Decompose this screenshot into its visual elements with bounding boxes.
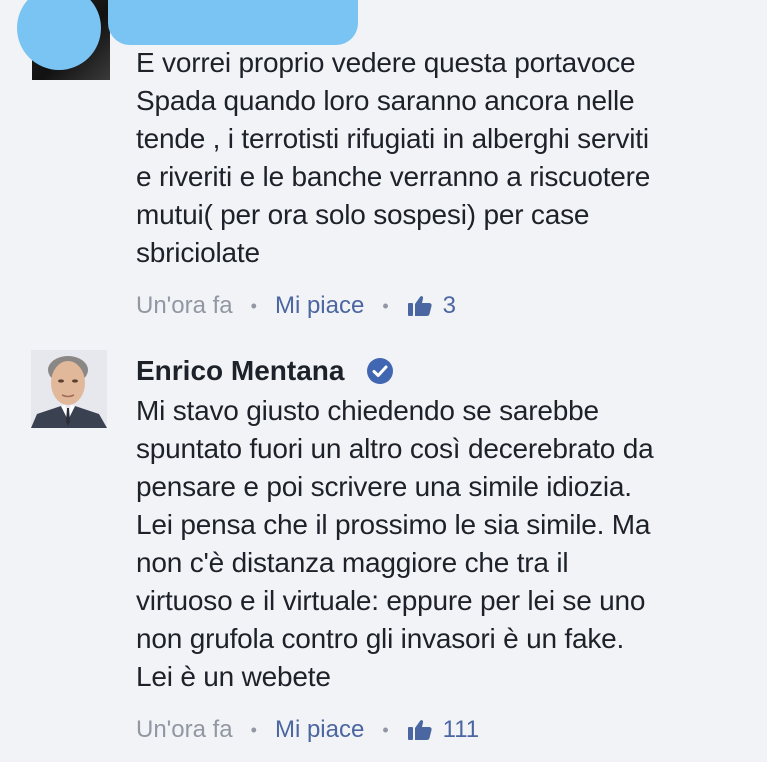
separator-dot: •	[382, 719, 389, 740]
like-count[interactable]: 3	[443, 292, 456, 320]
like-button[interactable]: Mi piace	[275, 292, 364, 320]
comment-meta: Un'ora fa • Mi piace • 111	[136, 714, 479, 746]
separator-dot: •	[250, 295, 257, 316]
like-button[interactable]: Mi piace	[275, 716, 364, 744]
thumbs-up-icon[interactable]	[407, 719, 433, 741]
redaction-bar	[108, 0, 358, 45]
thumbs-up-icon[interactable]	[407, 295, 433, 317]
author-name[interactable]: Enrico Mentana	[136, 355, 344, 387]
comment-text: E vorrei proprio vedere questa portavoce…	[136, 47, 651, 268]
avatar[interactable]	[31, 350, 107, 428]
comment-author: Enrico Mentana	[136, 355, 394, 387]
comment-text: Mi stavo giusto chiedendo se sarebbe spu…	[136, 395, 654, 692]
comment-timestamp[interactable]: Un'ora fa	[136, 292, 233, 320]
separator-dot: •	[250, 719, 257, 740]
separator-dot: •	[382, 295, 389, 316]
comment-meta: Un'ora fa • Mi piace • 3	[136, 290, 456, 322]
comment-timestamp[interactable]: Un'ora fa	[136, 716, 233, 744]
like-count[interactable]: 111	[443, 716, 479, 744]
verified-badge-icon	[366, 357, 394, 385]
